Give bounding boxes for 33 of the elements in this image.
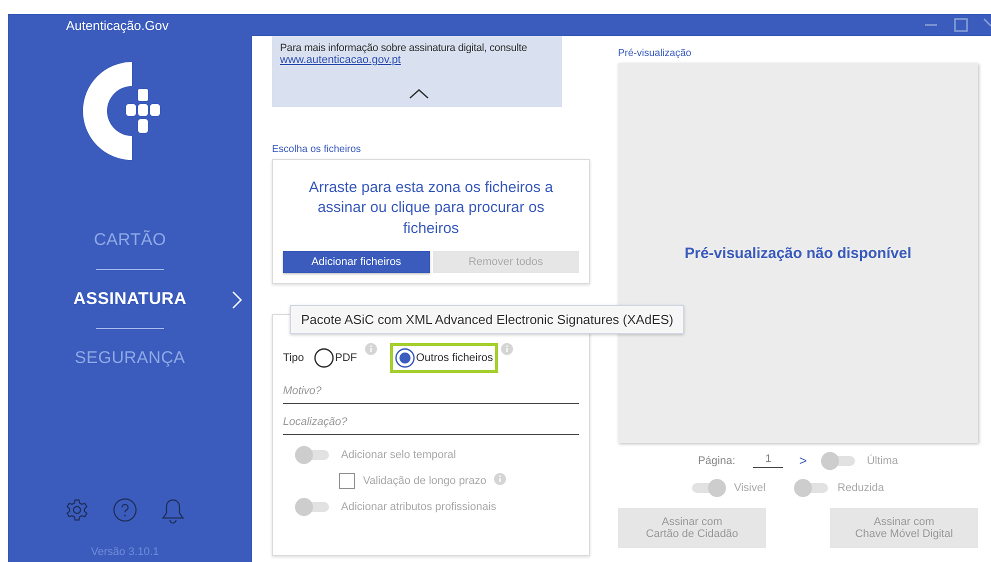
website-link[interactable]: www.autenticacao.gov.pt (280, 54, 401, 66)
checkbox-label: Validação de longo prazo (363, 474, 486, 487)
info-text: Para mais informação sobre assinatura digital, consulte (280, 42, 528, 54)
page-field[interactable]: 1 (753, 453, 784, 468)
toggle-label: Reduzida (838, 482, 884, 494)
section-title: Pré-visualização (618, 48, 692, 59)
radio-button-icon[interactable] (395, 348, 415, 368)
toggle-label: Adicionar selo temporal (341, 448, 456, 461)
section-title: Escolha os ficheiros (272, 144, 362, 155)
add-files-button[interactable]: Adicionar ficheiros (283, 250, 430, 273)
toggle-label: Adicionar atributos profissionais (341, 500, 496, 513)
radio-button-icon[interactable] (314, 348, 334, 368)
preview-message: Pré-visualização não disponível (684, 244, 912, 262)
page-label: Página: (698, 454, 736, 466)
chevron-up-icon[interactable] (409, 89, 429, 99)
help-icon[interactable] (113, 498, 137, 522)
nav-item[interactable]: ASSINATURA (73, 283, 187, 315)
maximize-icon[interactable] (953, 17, 969, 33)
radio-label: PDF (335, 352, 357, 364)
radio-label: Outros ficheiros (416, 352, 494, 364)
chevron-right-icon (232, 291, 242, 309)
toggle-label: Visivel (734, 482, 766, 494)
settings-icon[interactable] (65, 498, 89, 522)
toggle-label: Última (866, 454, 898, 466)
info-icon[interactable] (365, 342, 377, 355)
radio-option[interactable]: PDF (309, 342, 362, 373)
tooltip: Pacote ASiC com XML Advanced Electronic Signatures (XAdES) (290, 305, 684, 334)
type-label: Tipo (283, 352, 304, 364)
info-icon[interactable] (501, 342, 514, 355)
window-title: Autenticação.Gov (66, 18, 169, 32)
next-page-button[interactable]: > (795, 453, 811, 468)
bell-icon[interactable] (161, 498, 185, 524)
drop-text: Arraste para esta zona os ficheiros a assinar ou clique para procurar os ficheiros (308, 178, 554, 238)
